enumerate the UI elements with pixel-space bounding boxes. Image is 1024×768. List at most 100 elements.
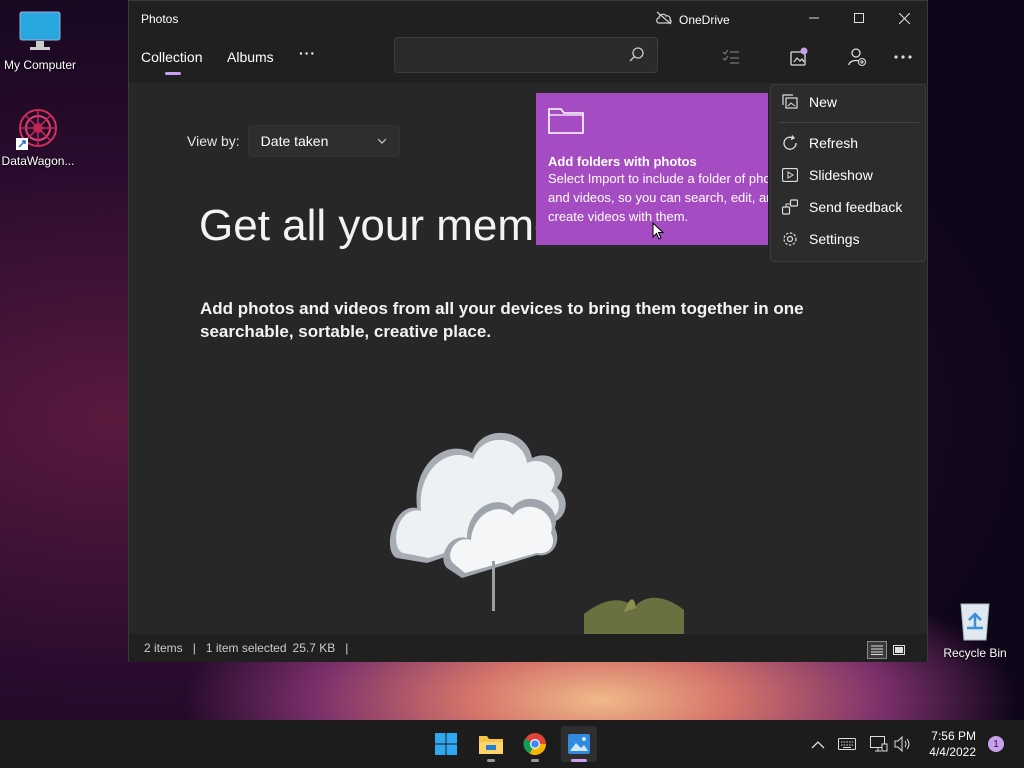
network-icon <box>870 736 888 752</box>
status-size: 25.7 KB <box>292 641 336 655</box>
tab-label: Albums <box>227 49 274 65</box>
menu-item-label: Send feedback <box>809 199 903 215</box>
chrome-icon <box>523 733 546 755</box>
large-icons-view-button[interactable] <box>889 641 909 659</box>
datawagon-icon <box>16 106 60 150</box>
select-button[interactable] <box>717 43 745 71</box>
onedrive-status[interactable]: OneDrive <box>655 11 730 28</box>
more-icon: ··· <box>299 45 316 61</box>
tip-title: Add folders with photos <box>548 154 697 169</box>
search-icon[interactable] <box>629 46 645 67</box>
mouse-cursor-icon <box>652 221 665 245</box>
subtitle: Add photos and videos from all your devi… <box>200 299 804 341</box>
title-bar[interactable]: Photos OneDrive <box>129 1 927 37</box>
onedrive-label: OneDrive <box>679 12 730 27</box>
desktop-icon-label: DataWagon... <box>1 154 75 168</box>
cloud-illustration <box>387 383 577 613</box>
minimize-icon <box>809 17 819 19</box>
nav-more-button[interactable]: ··· <box>299 45 316 61</box>
cloud-off-icon <box>655 11 673 28</box>
desktop-icon-label: My Computer <box>3 58 77 72</box>
search-input[interactable] <box>395 38 615 72</box>
running-indicator <box>571 759 587 762</box>
menu-item-new[interactable]: New <box>771 87 925 117</box>
more-options-button[interactable] <box>889 43 917 71</box>
maximize-icon <box>854 13 864 23</box>
list-view-icon <box>871 645 883 655</box>
window-title: Photos <box>141 12 179 26</box>
status-bar: 2 items | 1 item selected 25.7 KB | <box>129 634 927 662</box>
more-options-menu: New Refresh Slideshow Send feedback Sett… <box>770 84 926 262</box>
menu-item-settings[interactable]: Settings <box>771 224 925 254</box>
details-view-button[interactable] <box>867 641 887 659</box>
taskbar-photos[interactable] <box>561 726 597 762</box>
status-items-count: 2 items <box>144 641 183 655</box>
folder-icon <box>548 105 756 140</box>
keyboard-tray-button[interactable] <box>838 737 856 755</box>
running-indicator <box>531 759 539 762</box>
close-icon <box>898 12 910 24</box>
menu-item-send-feedback[interactable]: Send feedback <box>771 192 925 222</box>
sign-in-button[interactable] <box>843 43 871 71</box>
view-by-control: View by: Date taken <box>187 125 400 157</box>
ellipsis-icon <box>894 55 912 59</box>
status-separator: | <box>345 641 349 655</box>
clock-time: 7:56 PM <box>931 729 976 743</box>
taskbar-file-explorer[interactable] <box>473 726 509 762</box>
monitor-icon <box>18 10 62 54</box>
start-button[interactable] <box>428 726 464 762</box>
folder-icon <box>479 736 503 754</box>
menu-divider <box>779 122 919 123</box>
status-selection: 1 item selected <box>205 641 287 655</box>
view-by-value: Date taken <box>260 133 329 149</box>
photos-icon <box>568 734 590 754</box>
chevron-down-icon <box>377 138 387 144</box>
menu-item-refresh[interactable]: Refresh <box>771 128 925 158</box>
view-by-dropdown[interactable]: Date taken <box>247 125 400 157</box>
maximize-button[interactable] <box>836 1 882 35</box>
tab-collection[interactable]: Collection <box>141 49 203 75</box>
menu-item-label: Slideshow <box>809 167 873 183</box>
menu-item-slideshow[interactable]: Slideshow <box>771 160 925 190</box>
taskbar-chrome[interactable] <box>517 726 553 762</box>
tip-body: Select Import to include a folder of pho… <box>548 171 768 224</box>
minimize-button[interactable] <box>791 1 837 35</box>
headline: Get all your memo <box>199 201 559 250</box>
network-tray-button[interactable] <box>870 736 888 757</box>
recycle-bin-icon <box>953 598 997 642</box>
desktop-icon-my-computer[interactable]: My Computer <box>0 10 80 72</box>
gear-icon <box>781 231 799 247</box>
desktop-icon-label: Recycle Bin <box>943 646 1007 660</box>
plant-illustration <box>584 588 684 634</box>
add-person-icon <box>848 48 867 67</box>
checklist-icon <box>722 49 739 64</box>
taskbar: 7:56 PM 4/4/2022 1 <box>0 720 1024 768</box>
taskbar-clock[interactable]: 7:56 PM 4/4/2022 <box>929 728 976 760</box>
windows-icon <box>435 733 457 755</box>
slideshow-icon <box>781 168 799 182</box>
import-button[interactable] <box>785 43 813 71</box>
volume-tray-button[interactable] <box>894 735 912 757</box>
nav-bar: Collection Albums ··· <box>129 37 927 83</box>
desktop-icon-recycle-bin[interactable]: Recycle Bin <box>935 598 1015 660</box>
show-hidden-icons-button[interactable] <box>811 737 825 755</box>
feedback-icon <box>781 199 799 215</box>
running-indicator <box>487 759 495 762</box>
status-separator: | <box>192 641 196 655</box>
close-button[interactable] <box>881 1 927 35</box>
keyboard-icon <box>838 738 856 750</box>
desktop-icon-datawagon[interactable]: DataWagon... <box>0 106 78 168</box>
speaker-icon <box>894 735 910 753</box>
chevron-up-icon <box>811 741 825 749</box>
search-box[interactable] <box>394 37 658 73</box>
menu-item-label: New <box>809 94 838 110</box>
menu-item-label: Settings <box>809 231 860 247</box>
import-icon <box>790 47 808 66</box>
clock-date: 4/4/2022 <box>929 745 976 759</box>
tab-label: Collection <box>141 49 203 65</box>
view-by-label: View by: <box>187 133 240 149</box>
menu-item-label: Refresh <box>809 135 859 151</box>
tab-albums[interactable]: Albums <box>227 49 274 65</box>
refresh-icon <box>781 135 799 151</box>
notification-badge[interactable]: 1 <box>988 736 1004 752</box>
